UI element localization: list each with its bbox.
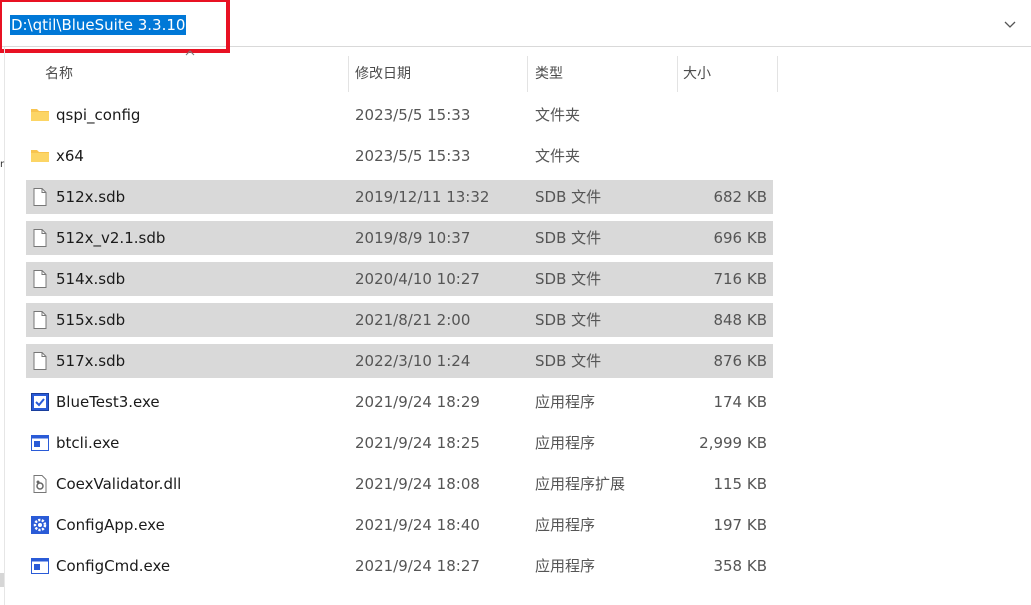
file-row[interactable]: btcli.exe 2021/9/24 18:25 应用程序 2,999 KB <box>26 426 773 460</box>
file-type: SDB 文件 <box>535 188 602 206</box>
file-row[interactable]: 517x.sdb 2022/3/10 1:24 SDB 文件 876 KB <box>26 344 773 378</box>
file-row[interactable]: ConfigApp.exe 2021/9/24 18:40 应用程序 197 KB <box>26 508 773 542</box>
file-name: x64 <box>56 147 84 165</box>
file-size: 174 KB <box>713 393 767 411</box>
file-size: 716 KB <box>713 270 767 288</box>
file-date: 2022/3/10 1:24 <box>355 352 471 370</box>
file-date: 2020/4/10 10:27 <box>355 270 480 288</box>
file-type: 应用程序 <box>535 557 596 575</box>
file-row[interactable]: BlueTest3.exe 2021/9/24 18:29 应用程序 174 KB <box>26 385 773 419</box>
file-name: 514x.sdb <box>56 270 126 288</box>
file-name: qspi_config <box>56 106 141 124</box>
file-type: SDB 文件 <box>535 352 602 370</box>
column-header-date[interactable]: 修改日期 <box>348 52 528 96</box>
console-app-icon <box>30 433 50 453</box>
file-size: 876 KB <box>713 352 767 370</box>
console-app-icon <box>30 556 50 576</box>
scroll-marker <box>0 573 4 587</box>
file-type: 应用程序 <box>535 516 596 534</box>
file-size: 358 KB <box>713 557 767 575</box>
file-size: 115 KB <box>713 475 767 493</box>
file-row[interactable]: 514x.sdb 2020/4/10 10:27 SDB 文件 716 KB <box>26 262 773 296</box>
file-date: 2019/8/9 10:37 <box>355 229 471 247</box>
file-name: ConfigCmd.exe <box>56 557 171 575</box>
column-header-row: 名称 修改日期 类型 大小 <box>26 50 786 96</box>
file-icon <box>30 269 50 289</box>
file-row[interactable]: x64 2023/5/5 15:33 文件夹 <box>26 139 773 173</box>
bluetest-app-icon <box>30 392 50 412</box>
column-header-size[interactable]: 大小 <box>677 52 777 96</box>
file-name: 517x.sdb <box>56 352 126 370</box>
file-name: 515x.sdb <box>56 311 126 329</box>
file-type: SDB 文件 <box>535 270 602 288</box>
file-type: SDB 文件 <box>535 229 602 247</box>
address-bar: D:\qtil\BlueSuite 3.3.10 <box>0 0 1031 53</box>
file-date: 2021/8/21 2:00 <box>355 311 471 329</box>
file-name: 512x.sdb <box>56 188 126 206</box>
address-path-text[interactable]: D:\qtil\BlueSuite 3.3.10 <box>10 15 187 35</box>
file-date: 2021/9/24 18:27 <box>355 557 480 575</box>
file-row[interactable]: ConfigCmd.exe 2021/9/24 18:27 应用程序 358 KB <box>26 549 773 583</box>
file-type: 应用程序 <box>535 393 596 411</box>
file-size: 2,999 KB <box>699 434 767 452</box>
file-type: 文件夹 <box>535 106 581 124</box>
file-type: 文件夹 <box>535 147 581 165</box>
file-date: 2021/9/24 18:08 <box>355 475 480 493</box>
file-name: 512x_v2.1.sdb <box>56 229 166 247</box>
dll-file-icon <box>30 474 50 494</box>
file-icon <box>30 351 50 371</box>
navigation-pane-edge: r <box>0 47 5 605</box>
file-row[interactable]: qspi_config 2023/5/5 15:33 文件夹 <box>26 98 773 132</box>
file-type: 应用程序扩展 <box>535 475 626 493</box>
column-header-type[interactable]: 类型 <box>527 52 677 96</box>
gear-app-icon <box>30 515 50 535</box>
file-row[interactable]: CoexValidator.dll 2021/9/24 18:08 应用程序扩展 11… <box>26 467 773 501</box>
file-size: 848 KB <box>713 311 767 329</box>
file-icon <box>30 228 50 248</box>
file-size: 682 KB <box>713 188 767 206</box>
file-row[interactable]: 512x_v2.1.sdb 2019/8/9 10:37 SDB 文件 696 KB <box>26 221 773 255</box>
file-size: 197 KB <box>713 516 767 534</box>
sort-ascending-icon <box>185 46 195 60</box>
column-divider[interactable] <box>777 56 778 92</box>
file-row[interactable]: 515x.sdb 2021/8/21 2:00 SDB 文件 848 KB <box>26 303 773 337</box>
file-date: 2021/9/24 18:25 <box>355 434 480 452</box>
folder-icon <box>30 105 50 125</box>
file-date: 2023/5/5 15:33 <box>355 106 471 124</box>
file-row[interactable]: 512x.sdb 2019/12/11 13:32 SDB 文件 682 KB <box>26 180 773 214</box>
file-date: 2023/5/5 15:33 <box>355 147 471 165</box>
file-size: 696 KB <box>713 229 767 247</box>
file-type: 应用程序 <box>535 434 596 452</box>
file-name: btcli.exe <box>56 434 120 452</box>
file-type: SDB 文件 <box>535 311 602 329</box>
file-date: 2019/12/11 13:32 <box>355 188 490 206</box>
folder-icon <box>30 146 50 166</box>
file-date: 2021/9/24 18:40 <box>355 516 480 534</box>
chevron-down-icon[interactable] <box>998 14 1022 36</box>
file-icon <box>30 187 50 207</box>
pane-edge-mark: r <box>0 159 5 170</box>
file-name: BlueTest3.exe <box>56 393 160 411</box>
file-date: 2021/9/24 18:29 <box>355 393 480 411</box>
file-name: ConfigApp.exe <box>56 516 165 534</box>
file-icon <box>30 310 50 330</box>
file-name: CoexValidator.dll <box>56 475 182 493</box>
